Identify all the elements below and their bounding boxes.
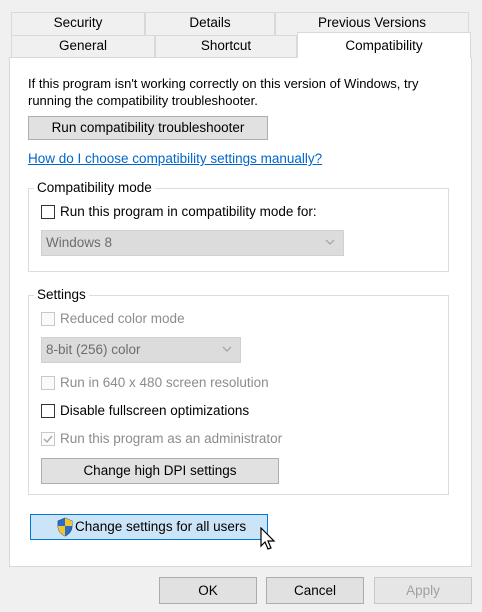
reduced-color-label: Reduced color mode <box>60 311 185 326</box>
shield-icon <box>57 517 73 537</box>
compat-mode-checkbox[interactable] <box>41 205 55 219</box>
button-label: Change high DPI settings <box>83 463 237 478</box>
intro-text-line2: running the compatibility troubleshooter… <box>28 93 258 108</box>
reduced-color-checkbox <box>41 312 55 326</box>
fullscreen-optimizations-checkbox[interactable] <box>41 404 55 418</box>
compat-os-select: Windows 8 <box>41 230 344 256</box>
tab-shortcut[interactable]: Shortcut <box>155 35 297 58</box>
change-all-users-button[interactable]: Change settings for all users <box>30 514 268 540</box>
run-troubleshooter-button[interactable]: Run compatibility troubleshooter <box>28 116 268 140</box>
ok-button[interactable]: OK <box>159 577 257 604</box>
tab-label: General <box>58 38 108 53</box>
cancel-button[interactable]: Cancel <box>266 577 364 604</box>
button-label: Apply <box>406 583 440 598</box>
tab-label: Details <box>189 15 231 30</box>
button-label: Run compatibility troubleshooter <box>51 120 245 135</box>
mouse-cursor-icon <box>260 527 276 550</box>
change-dpi-button[interactable]: Change high DPI settings <box>41 458 279 484</box>
resolution-checkbox <box>41 376 55 390</box>
fullscreen-optimizations-label: Disable fullscreen optimizations <box>60 403 250 418</box>
intro-text-line1: If this program isn't working correctly … <box>28 76 419 91</box>
button-label: Change settings for all users <box>75 519 247 534</box>
checkmark-icon <box>43 435 53 444</box>
compat-os-select-value: Windows 8 <box>46 235 113 250</box>
compat-mode-checkbox-label: Run this program in compatibility mode f… <box>60 204 317 219</box>
compatibility-panel: If this program isn't working correctly … <box>9 57 472 567</box>
admin-label: Run this program as an administrator <box>60 431 283 446</box>
tab-security[interactable]: Security <box>11 12 145 36</box>
chevron-down-icon <box>222 346 232 352</box>
color-depth-select-value: 8-bit (256) color <box>46 342 141 357</box>
color-depth-select: 8-bit (256) color <box>41 337 241 363</box>
settings-group-label: Settings <box>34 287 89 303</box>
tab-general[interactable]: General <box>11 35 155 58</box>
admin-checkbox <box>41 432 55 446</box>
tab-label: Shortcut <box>200 38 252 53</box>
chevron-down-icon <box>325 239 335 245</box>
button-label: OK <box>198 583 218 598</box>
compatibility-mode-group-label: Compatibility mode <box>34 180 155 196</box>
tab-compatibility[interactable]: Compatibility <box>297 32 471 58</box>
tab-label: Security <box>53 15 103 30</box>
resolution-label: Run in 640 x 480 screen resolution <box>60 375 269 390</box>
apply-button: Apply <box>374 577 472 604</box>
tab-details[interactable]: Details <box>145 12 275 36</box>
tab-label: Compatibility <box>345 38 423 53</box>
manual-settings-link[interactable]: How do I choose compatibility settings m… <box>28 151 322 166</box>
tab-label: Previous Versions <box>317 15 427 30</box>
button-label: Cancel <box>293 583 337 598</box>
